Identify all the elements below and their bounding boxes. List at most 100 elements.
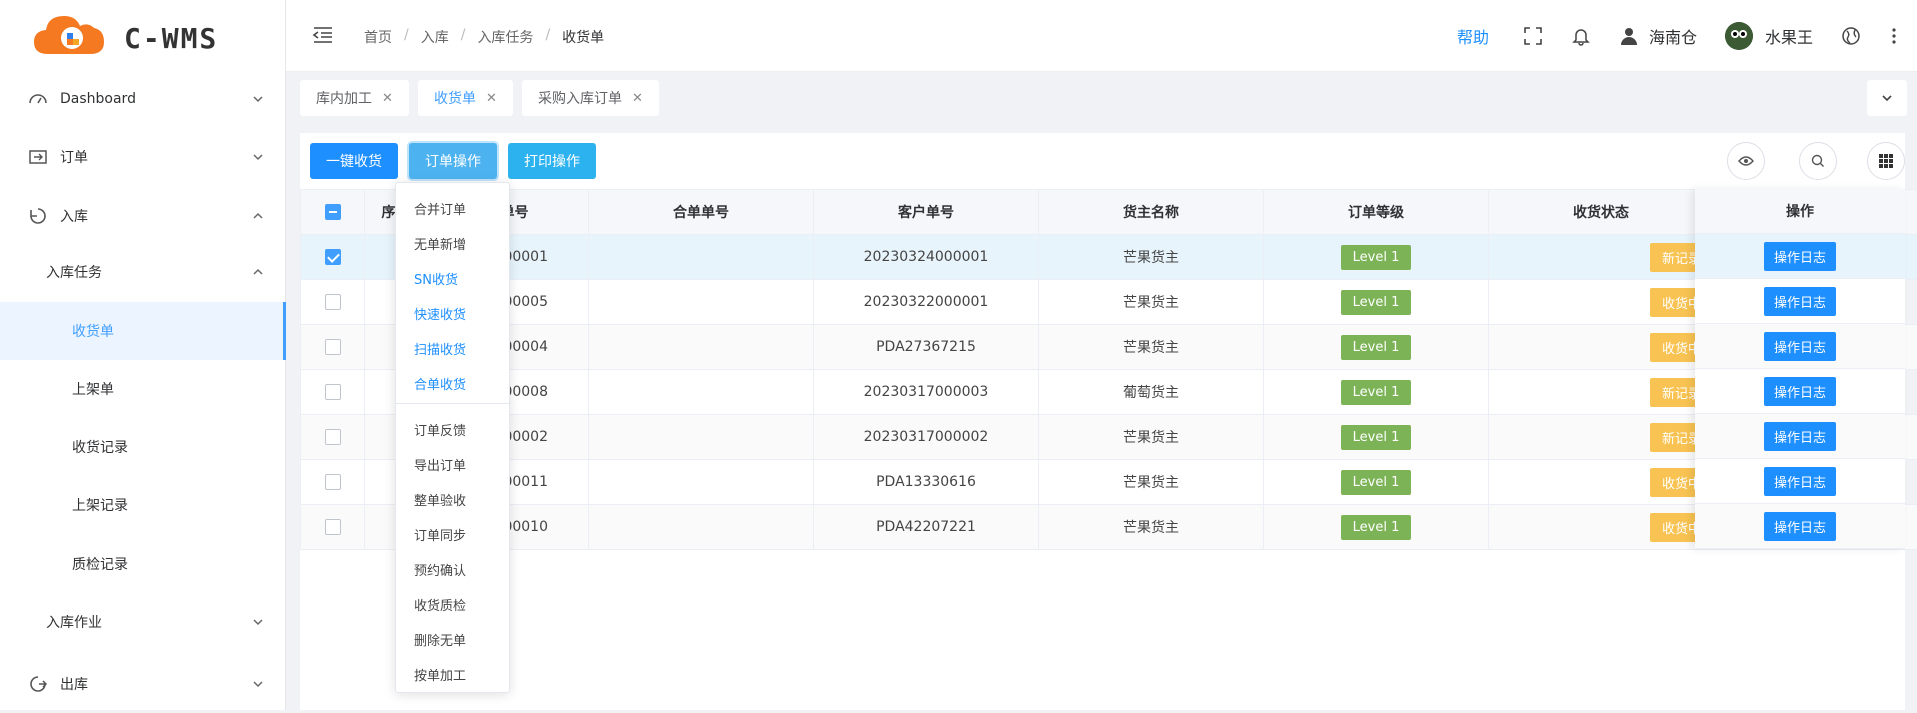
- chevron-down-icon: [252, 616, 264, 628]
- cloud-logo-icon: [30, 10, 112, 66]
- table-row[interactable]: 30316105000010 PDA42207221 芒果货主 Level 1 …: [301, 505, 1917, 550]
- sidebar-item-inbound[interactable]: 入库: [0, 187, 286, 245]
- menu-item-delete-no-order[interactable]: 删除无单: [414, 630, 466, 649]
- column-header-merge-no[interactable]: 合单单号: [589, 190, 814, 235]
- main-panel: 一键收货 订单操作 打印操作 序 收货单号 合单单号 客户单号 货主名称 订单等…: [300, 133, 1905, 710]
- row-checkbox[interactable]: [325, 384, 341, 400]
- more-vertical-icon[interactable]: [1889, 26, 1899, 46]
- column-header-owner[interactable]: 货主名称: [1039, 190, 1264, 235]
- breadcrumb-inbound[interactable]: 入库: [421, 27, 449, 47]
- menu-item-order-sync[interactable]: 订单同步: [414, 525, 466, 544]
- owner-name: 芒果货主: [1039, 460, 1264, 505]
- table-row[interactable]: 30322105000004 PDA27367215 芒果货主 Level 1 …: [301, 325, 1917, 370]
- table-header-row: 序 收货单号 合单单号 客户单号 货主名称 订单等级 收货状态: [301, 190, 1917, 235]
- fullscreen-icon[interactable]: [1523, 26, 1543, 46]
- tabs-dropdown-button[interactable]: [1867, 80, 1907, 116]
- table-row[interactable]: 30317105000002 20230317000002 芒果货主 Level…: [301, 415, 1917, 460]
- close-icon[interactable]: ✕: [486, 91, 497, 106]
- tab-receipt[interactable]: 收货单✕: [418, 80, 513, 116]
- owner-name: 芒果货主: [1039, 325, 1264, 370]
- collapse-menu-icon[interactable]: [312, 25, 334, 45]
- dashboard-icon: [28, 89, 48, 109]
- level-badge: Level 1: [1341, 470, 1412, 495]
- select-all-cell[interactable]: [301, 190, 365, 235]
- sidebar-item-qc-records[interactable]: 质检记录: [0, 535, 286, 593]
- receipt-table: 序 收货单号 合单单号 客户单号 货主名称 订单等级 收货状态 30324105…: [300, 189, 1917, 550]
- sidebar-item-orders[interactable]: 订单: [0, 128, 286, 186]
- sidebar-item-label: 入库任务: [46, 262, 102, 282]
- menu-item-appointment-confirm[interactable]: 预约确认: [414, 560, 466, 579]
- search-icon: [1811, 154, 1825, 168]
- menu-item-export-orders[interactable]: 导出订单: [414, 455, 466, 474]
- grid-icon: [1878, 153, 1894, 169]
- warehouse-name: 海南仓: [1649, 24, 1697, 48]
- row-checkbox[interactable]: [325, 519, 341, 535]
- level-badge: Level 1: [1341, 515, 1412, 540]
- operation-log-button[interactable]: 操作日志: [1764, 377, 1836, 406]
- bell-icon[interactable]: [1571, 26, 1591, 46]
- row-checkbox[interactable]: [325, 249, 341, 265]
- breadcrumb-inbound-tasks[interactable]: 入库任务: [477, 27, 533, 47]
- globe-icon[interactable]: [1841, 26, 1861, 46]
- toggle-visibility-button[interactable]: [1727, 142, 1765, 180]
- breadcrumb-separator: /: [545, 27, 550, 47]
- operation-log-button[interactable]: 操作日志: [1764, 242, 1836, 271]
- logo[interactable]: C-WMS: [0, 0, 285, 76]
- operation-log-button[interactable]: 操作日志: [1764, 332, 1836, 361]
- order-ops-dropdown: 合并订单 无单新增 SN收货 快速收货 扫描收货 合单收货 订单反馈 导出订单 …: [395, 182, 510, 693]
- warehouse-selector[interactable]: 海南仓: [1619, 24, 1697, 48]
- operation-log-button[interactable]: 操作日志: [1764, 422, 1836, 451]
- sidebar-item-receipt[interactable]: 收货单: [0, 302, 286, 360]
- menu-item-receive-qc[interactable]: 收货质检: [414, 595, 466, 614]
- sidebar-item-dashboard[interactable]: Dashboard: [0, 70, 286, 128]
- table-row[interactable]: 30322105000005 20230322000001 芒果货主 Level…: [301, 280, 1917, 325]
- owner-name: 葡萄货主: [1039, 370, 1264, 415]
- close-icon[interactable]: ✕: [382, 91, 393, 106]
- menu-item-sn-receive[interactable]: SN收货: [414, 269, 458, 288]
- sidebar-item-receipt-records[interactable]: 收货记录: [0, 418, 286, 476]
- tab-processing[interactable]: 库内加工✕: [300, 80, 409, 116]
- operation-log-button[interactable]: 操作日志: [1764, 287, 1836, 316]
- user-menu[interactable]: 水果王: [1725, 22, 1813, 50]
- help-link[interactable]: 帮助: [1457, 24, 1489, 48]
- table-row[interactable]: 30316105000011 PDA13330616 芒果货主 Level 1 …: [301, 460, 1917, 505]
- close-icon[interactable]: ✕: [632, 91, 643, 106]
- menu-item-merge-orders[interactable]: 合并订单: [414, 199, 466, 218]
- sidebar-item-putaway-records[interactable]: 上架记录: [0, 476, 286, 534]
- select-all-checkbox[interactable]: [325, 204, 341, 220]
- breadcrumb-home[interactable]: 首页: [364, 27, 392, 47]
- sidebar-item-label: 入库: [60, 206, 88, 226]
- row-checkbox[interactable]: [325, 339, 341, 355]
- column-header-customer-no[interactable]: 客户单号: [814, 190, 1039, 235]
- table-row[interactable]: 30324105000001 20230324000001 芒果货主 Level…: [301, 235, 1917, 280]
- sidebar-item-inbound-ops[interactable]: 入库作业: [0, 593, 286, 651]
- sidebar-item-label: 订单: [60, 147, 88, 167]
- menu-item-quick-receive[interactable]: 快速收货: [414, 304, 466, 323]
- menu-item-scan-receive[interactable]: 扫描收货: [414, 339, 466, 358]
- one-click-receive-button[interactable]: 一键收货: [310, 143, 398, 179]
- column-header-status[interactable]: 收货状态: [1489, 190, 1714, 235]
- row-checkbox[interactable]: [325, 429, 341, 445]
- menu-item-merged-receive[interactable]: 合单收货: [414, 374, 466, 393]
- menu-item-process-by-order[interactable]: 按单加工: [414, 665, 466, 684]
- order-ops-button[interactable]: 订单操作: [409, 143, 497, 179]
- menu-item-order-feedback[interactable]: 订单反馈: [414, 420, 466, 439]
- row-checkbox[interactable]: [325, 294, 341, 310]
- outbound-icon: [28, 674, 48, 694]
- menu-item-full-acceptance[interactable]: 整单验收: [414, 490, 466, 509]
- search-button[interactable]: [1799, 142, 1837, 180]
- sidebar-item-inbound-tasks[interactable]: 入库任务: [0, 243, 286, 301]
- sidebar-item-outbound[interactable]: 出库: [0, 655, 286, 713]
- operation-log-button[interactable]: 操作日志: [1764, 512, 1836, 541]
- sidebar-item-label: 上架记录: [72, 495, 128, 515]
- table-row[interactable]: 30317105000008 20230317000003 葡萄货主 Level…: [301, 370, 1917, 415]
- tabs-bar: 库内加工✕ 收货单✕ 采购入库订单✕: [286, 72, 1917, 122]
- column-header-level[interactable]: 订单等级: [1264, 190, 1489, 235]
- row-checkbox[interactable]: [325, 474, 341, 490]
- print-ops-button[interactable]: 打印操作: [508, 143, 596, 179]
- menu-item-add-without-order[interactable]: 无单新增: [414, 234, 466, 253]
- tab-purchase-inbound[interactable]: 采购入库订单✕: [522, 80, 659, 116]
- sidebar-item-putaway[interactable]: 上架单: [0, 360, 286, 418]
- columns-button[interactable]: [1867, 142, 1905, 180]
- operation-log-button[interactable]: 操作日志: [1764, 467, 1836, 496]
